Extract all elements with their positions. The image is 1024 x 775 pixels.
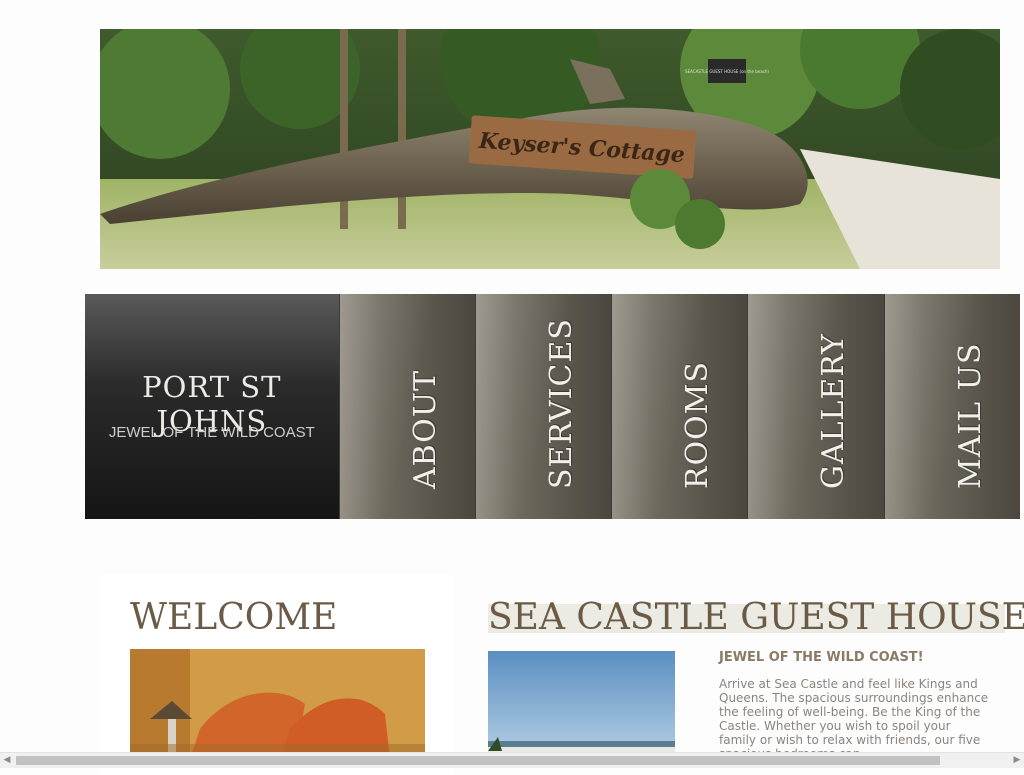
nav-item-gallery[interactable]: GALLERY xyxy=(747,294,884,519)
horizontal-scrollbar[interactable]: ◀ ▶ xyxy=(0,752,1024,768)
nav-item-label: GALLERY xyxy=(816,333,852,489)
nav-item-label: SERVICES xyxy=(543,318,579,489)
scrollbar-thumb[interactable] xyxy=(16,756,940,765)
bedroom-image xyxy=(130,649,425,759)
site-tagline: JEWEL OF THE WILD COAST xyxy=(108,424,315,441)
nav-item-label: ABOUT xyxy=(407,369,443,489)
bedroom-photo xyxy=(130,649,425,759)
nav-item-label: ROOMS xyxy=(680,360,716,489)
main-navigation: PORT ST JOHNS JEWEL OF THE WILD COAST AB… xyxy=(85,294,1020,519)
cottage-sign-photo: Keyser's Cottage SEACASTLE GUEST HOUSE (… xyxy=(100,29,1000,269)
guest-house-small-sign: SEACASTLE GUEST HOUSE (on the beach) xyxy=(685,69,769,74)
guest-house-subheading: JEWEL OF THE WILD COAST! xyxy=(719,650,924,665)
scroll-left-arrow-icon[interactable]: ◀ xyxy=(0,753,14,768)
nav-item-about[interactable]: ABOUT xyxy=(338,294,475,519)
welcome-heading: WELCOME xyxy=(130,597,338,638)
nav-item-services[interactable]: SERVICES xyxy=(474,294,612,519)
header-banner-image: Keyser's Cottage SEACASTLE GUEST HOUSE (… xyxy=(100,29,1000,269)
guest-house-heading: SEA CASTLE GUEST HOUSE xyxy=(488,597,1024,638)
nav-item-mail-us[interactable]: MAIL US xyxy=(883,294,1020,519)
brand-block[interactable]: PORT ST JOHNS JEWEL OF THE WILD COAST xyxy=(85,294,339,519)
beach-image xyxy=(488,651,675,761)
beach-photo xyxy=(488,651,675,761)
guest-house-description: Arrive at Sea Castle and feel like Kings… xyxy=(719,677,989,755)
scroll-right-arrow-icon[interactable]: ▶ xyxy=(1010,753,1024,768)
nav-item-rooms[interactable]: ROOMS xyxy=(611,294,748,519)
nav-item-label: MAIL US xyxy=(952,342,988,489)
